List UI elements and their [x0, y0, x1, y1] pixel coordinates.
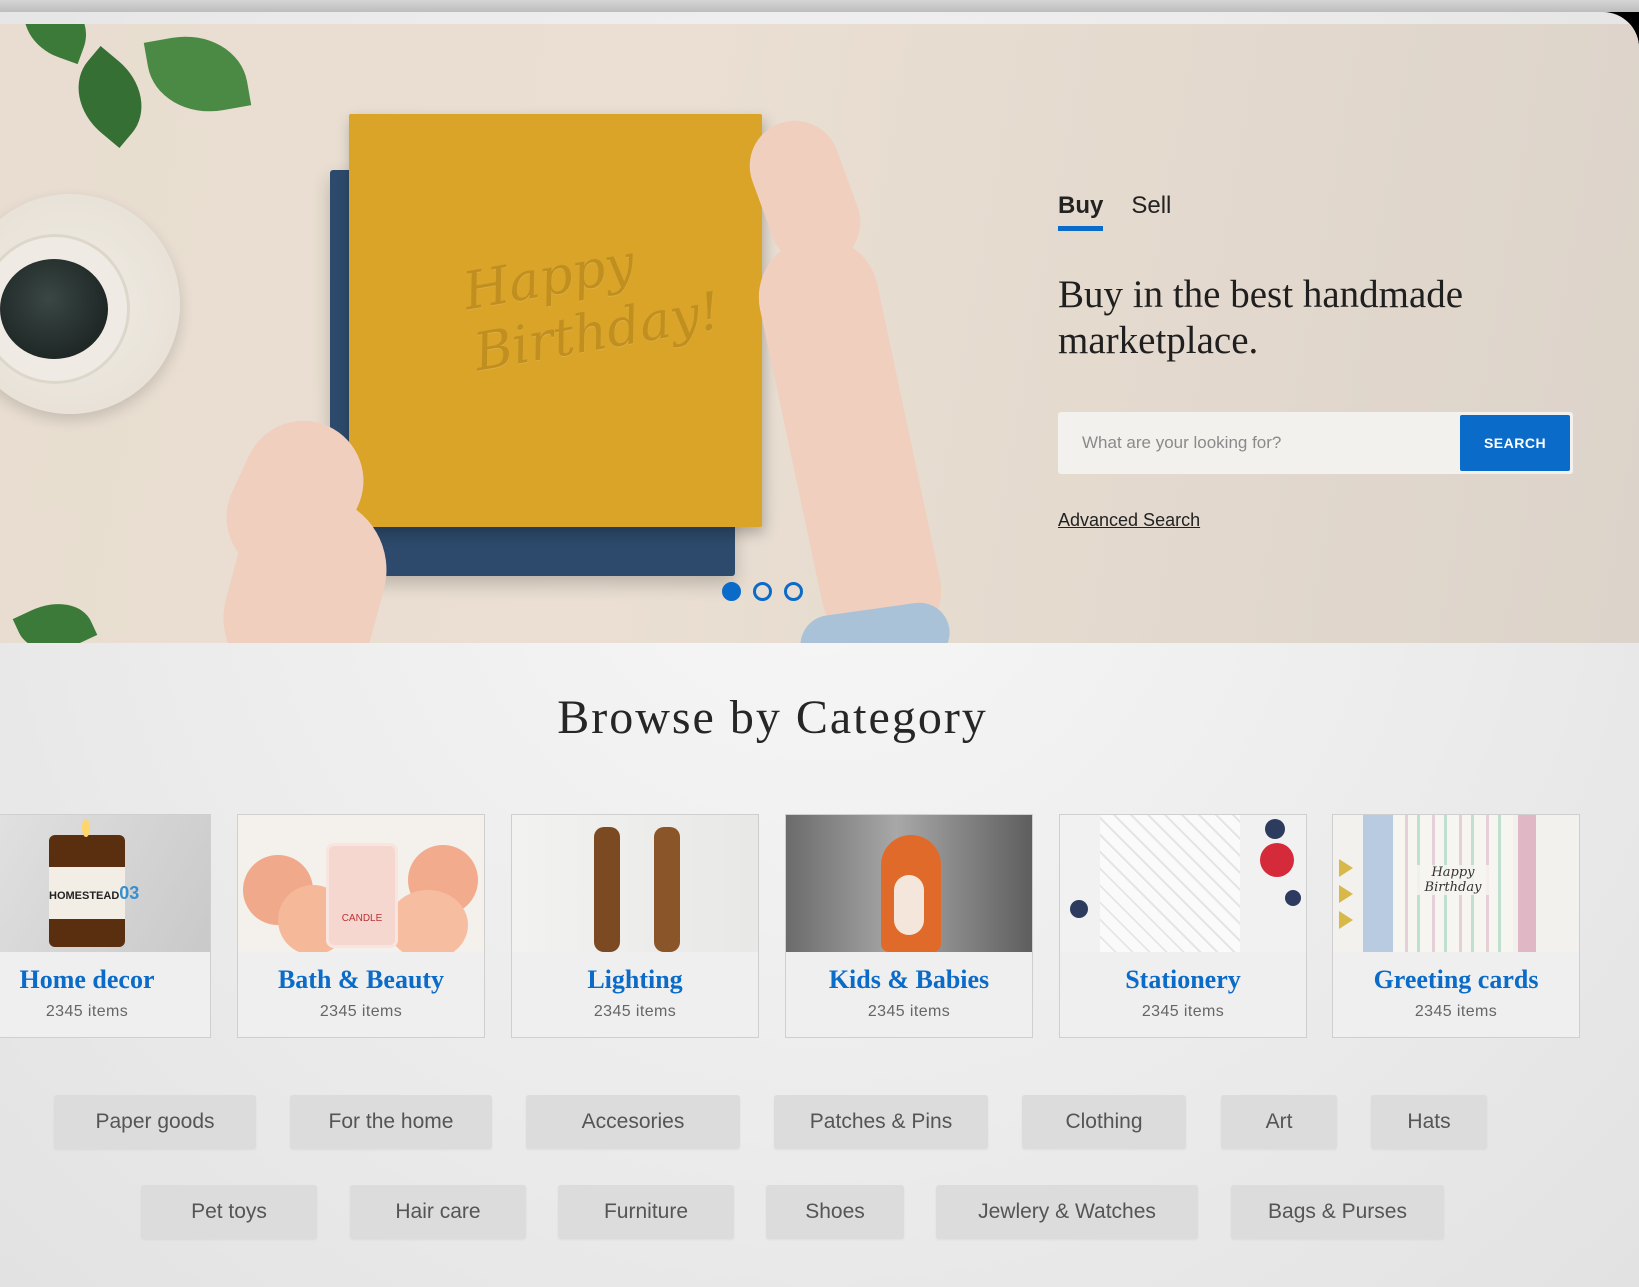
- blueberry-decoration: [1070, 900, 1088, 918]
- tag-for-the-home[interactable]: For the home: [290, 1095, 492, 1149]
- tag-shoes[interactable]: Shoes: [766, 1185, 904, 1239]
- candle-jar-image: CANDLE: [326, 843, 398, 948]
- raspberry-decoration: [1260, 843, 1294, 877]
- candlestick-image: [594, 827, 620, 952]
- search-bar: SEARCH: [1058, 412, 1573, 474]
- fox-toy-belly: [894, 875, 924, 935]
- search-button[interactable]: SEARCH: [1460, 415, 1570, 471]
- category-name: Kids & Babies: [828, 965, 990, 994]
- category-name: Greeting cards: [1373, 965, 1539, 994]
- app-window: Happy Birthday! Buy Sell Buy in the best…: [0, 12, 1639, 1287]
- candle-flame: [82, 819, 90, 837]
- category-card-lighting[interactable]: Lighting 2345 items: [511, 814, 759, 1038]
- tag-jewlery-watches[interactable]: Jewlery & Watches: [936, 1185, 1198, 1239]
- ivy-leaf-decoration: [143, 26, 252, 122]
- category-name: Stationery: [1125, 965, 1241, 994]
- category-image: CANDLE: [238, 815, 484, 952]
- ivy-leaf-decoration: [11, 24, 99, 65]
- tab-sell[interactable]: Sell: [1131, 192, 1171, 231]
- advanced-search-link[interactable]: Advanced Search: [1058, 510, 1200, 531]
- category-card-home-decor[interactable]: HOMESTEAD03 Home decor 2345 items: [0, 814, 211, 1038]
- carousel-dot-2[interactable]: [753, 582, 772, 601]
- card-image: Happy Birthday: [1393, 815, 1513, 952]
- browse-title: Browse by Category: [557, 691, 988, 744]
- tag-art[interactable]: Art: [1221, 1095, 1337, 1149]
- category-carousel: HOMESTEAD03 Home decor 2345 items CANDLE…: [0, 814, 1639, 1040]
- tag-paper-goods[interactable]: Paper goods: [54, 1095, 256, 1149]
- rose-decoration: [388, 890, 468, 952]
- category-name: Lighting: [587, 965, 683, 994]
- tag-furniture[interactable]: Furniture: [558, 1185, 734, 1239]
- category-name: Bath & Beauty: [277, 965, 445, 994]
- category-image: HOMESTEAD03: [0, 815, 210, 952]
- candle-label: CANDLE: [341, 913, 383, 924]
- category-count: 2345 items: [867, 1003, 951, 1020]
- tag-hair-care[interactable]: Hair care: [350, 1185, 526, 1239]
- hero-title: Buy in the best handmade marketplace.: [1058, 273, 1464, 362]
- hero-banner: Happy Birthday! Buy Sell Buy in the best…: [0, 24, 1639, 643]
- card-script-text: Happy Birthday: [1413, 865, 1493, 895]
- ivy-leaf-decoration: [12, 589, 98, 643]
- category-image: [512, 815, 758, 952]
- blueberry-decoration: [1285, 890, 1301, 906]
- tag-accesories[interactable]: Accesories: [526, 1095, 740, 1149]
- jar-label: HOMESTEAD03: [49, 867, 139, 919]
- category-card-greeting-cards[interactable]: Happy Birthday Greeting cards 2345 items: [1332, 814, 1580, 1038]
- coffee: [0, 259, 108, 359]
- tag-clothing[interactable]: Clothing: [1022, 1095, 1186, 1149]
- category-image: [786, 815, 1032, 952]
- category-card-kids-babies[interactable]: Kids & Babies 2345 items: [785, 814, 1033, 1038]
- device-top-bezel: [0, 0, 1639, 12]
- triangle-clip-decoration: [1339, 911, 1353, 929]
- patterned-paper-image: [1100, 815, 1240, 952]
- category-count: 2345 items: [319, 1003, 403, 1020]
- category-count: 2345 items: [593, 1003, 677, 1020]
- category-count: 2345 items: [45, 1003, 129, 1020]
- candlestick-image: [654, 827, 680, 952]
- ribbon-decoration: [1518, 815, 1536, 952]
- carousel-dots: [722, 582, 803, 601]
- tag-bags-purses[interactable]: Bags & Purses: [1231, 1185, 1444, 1239]
- category-count: 2345 items: [1141, 1003, 1225, 1020]
- triangle-clip-decoration: [1339, 859, 1353, 877]
- carousel-dot-3[interactable]: [784, 582, 803, 601]
- buy-sell-tabs: Buy Sell: [1058, 192, 1171, 231]
- tag-pet-toys[interactable]: Pet toys: [141, 1185, 317, 1239]
- tag-patches-pins[interactable]: Patches & Pins: [774, 1095, 988, 1149]
- blueberry-decoration: [1265, 819, 1285, 839]
- tag-hats[interactable]: Hats: [1371, 1095, 1487, 1149]
- category-count: 2345 items: [1414, 1003, 1498, 1020]
- triangle-clip-decoration: [1339, 885, 1353, 903]
- carousel-dot-1[interactable]: [722, 582, 741, 601]
- category-card-bath-beauty[interactable]: CANDLE Bath & Beauty 2345 items: [237, 814, 485, 1038]
- candle-jar-image: HOMESTEAD03: [49, 835, 139, 947]
- category-card-stationery[interactable]: Stationery 2345 items: [1059, 814, 1307, 1038]
- search-input[interactable]: [1058, 412, 1458, 474]
- category-image: Happy Birthday: [1333, 815, 1579, 952]
- tab-buy[interactable]: Buy: [1058, 192, 1104, 231]
- category-name: Home decor: [19, 965, 155, 994]
- right-arm: [747, 226, 953, 643]
- category-image: [1060, 815, 1306, 952]
